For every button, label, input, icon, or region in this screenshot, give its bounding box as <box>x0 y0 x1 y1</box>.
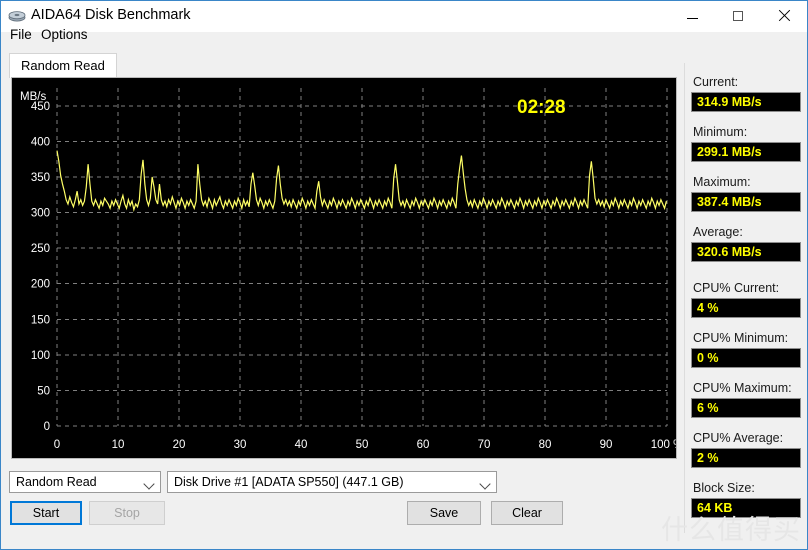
x-tick-label: 90 <box>600 439 613 451</box>
app-window: AIDA64 Disk Benchmark File Options Rando… <box>0 0 808 550</box>
stat-value: 0 % <box>697 351 719 365</box>
x-tick-label: 0 <box>54 439 60 451</box>
stat-value: 314.9 MB/s <box>697 95 762 109</box>
y-tick-label: 150 <box>31 314 50 326</box>
tab-strip: Random Read <box>9 53 117 78</box>
x-tick-label: 20 <box>173 439 186 451</box>
stat-value: 2 % <box>697 451 719 465</box>
stat-label: Maximum: <box>693 175 751 189</box>
stat-value-box: 6 % <box>691 398 801 418</box>
stat-value: 320.6 MB/s <box>697 245 762 259</box>
y-tick-label: 200 <box>31 279 50 291</box>
stat-label: CPU% Maximum: <box>693 381 792 395</box>
x-tick-label: 50 <box>356 439 369 451</box>
chart-trace <box>56 150 667 213</box>
x-tick-label: 40 <box>295 439 308 451</box>
stats-panel: Current: 314.9 MB/s Minimum: 299.1 MB/s Maxi… <box>691 75 801 531</box>
stop-button: Stop <box>89 501 165 525</box>
maximize-button[interactable] <box>715 1 761 31</box>
menu-item-options[interactable]: Options <box>41 27 88 42</box>
stat-value-box: 314.9 MB/s <box>691 92 801 112</box>
y-tick-label: 0 <box>44 421 50 433</box>
elapsed-timer: 02:28 <box>517 97 566 118</box>
stat-label: Minimum: <box>693 125 748 139</box>
maximize-icon <box>733 11 743 21</box>
stat-label: Current: <box>693 75 739 89</box>
save-button[interactable]: Save <box>407 501 481 525</box>
menu-item-file[interactable]: File <box>10 27 32 42</box>
stat-label: CPU% Current: <box>693 281 780 295</box>
title-bar: AIDA64 Disk Benchmark <box>1 1 807 32</box>
chart-svg: MB/s0501001502002503003504004500 10 20 30 40… <box>20 88 676 451</box>
disk-select-value: Disk Drive #1 [ADATA SP550] (447.1 GB) <box>174 475 404 489</box>
disk-icon <box>8 11 26 22</box>
stat-label: CPU% Minimum: <box>693 331 789 345</box>
x-tick-label: 10 <box>112 439 125 451</box>
panel-divider <box>684 63 685 533</box>
stat-value-box: 4 % <box>691 298 801 318</box>
x-tick-label: 80 <box>539 439 552 451</box>
benchmark-mode-select[interactable]: Random Read <box>9 471 161 493</box>
minimize-button[interactable] <box>669 1 715 31</box>
x-tick-label: 100 % <box>651 439 676 451</box>
y-tick-label: 400 <box>31 136 50 148</box>
stat-value: 387.4 MB/s <box>697 195 762 209</box>
benchmark-chart: MB/s 0 50 100 150 200 250 300 350 400 450 0 10 20 30 40… <box>11 77 677 459</box>
minimize-icon <box>686 17 698 19</box>
stat-value-box: 2 % <box>691 448 801 468</box>
start-button[interactable]: Start <box>10 501 82 525</box>
disk-select[interactable]: Disk Drive #1 [ADATA SP550] (447.1 GB) <box>167 471 497 493</box>
watermark: 什么值得买 <box>661 515 801 546</box>
stat-value-box: 0 % <box>691 348 801 368</box>
chevron-down-icon <box>479 478 491 490</box>
stat-value: 6 % <box>697 401 719 415</box>
benchmark-mode-value: Random Read <box>16 475 97 489</box>
x-tick-label: 30 <box>234 439 247 451</box>
x-tick-label: 70 <box>478 439 491 451</box>
stat-label: CPU% Average: <box>693 431 784 445</box>
x-tick-label: 60 <box>417 439 430 451</box>
y-tick-label: 50 <box>37 385 50 397</box>
y-tick-label: 450 <box>31 101 50 113</box>
window-title: AIDA64 Disk Benchmark <box>31 7 191 23</box>
y-tick-label: 300 <box>31 208 50 220</box>
y-tick-label: 250 <box>31 243 50 255</box>
stat-value-box: 299.1 MB/s <box>691 142 801 162</box>
close-button[interactable] <box>761 1 807 31</box>
stat-label: Average: <box>693 225 743 239</box>
y-tick-label: 100 <box>31 350 50 362</box>
stat-value-box: 320.6 MB/s <box>691 242 801 262</box>
stat-label: Block Size: <box>693 481 755 495</box>
stat-value: 299.1 MB/s <box>697 145 762 159</box>
close-icon <box>778 10 790 22</box>
stat-value-box: 387.4 MB/s <box>691 192 801 212</box>
stat-value: 4 % <box>697 301 719 315</box>
clear-button[interactable]: Clear <box>491 501 563 525</box>
chevron-down-icon <box>143 478 155 490</box>
tab-random-read[interactable]: Random Read <box>9 53 117 78</box>
y-tick-label: 350 <box>31 172 50 184</box>
